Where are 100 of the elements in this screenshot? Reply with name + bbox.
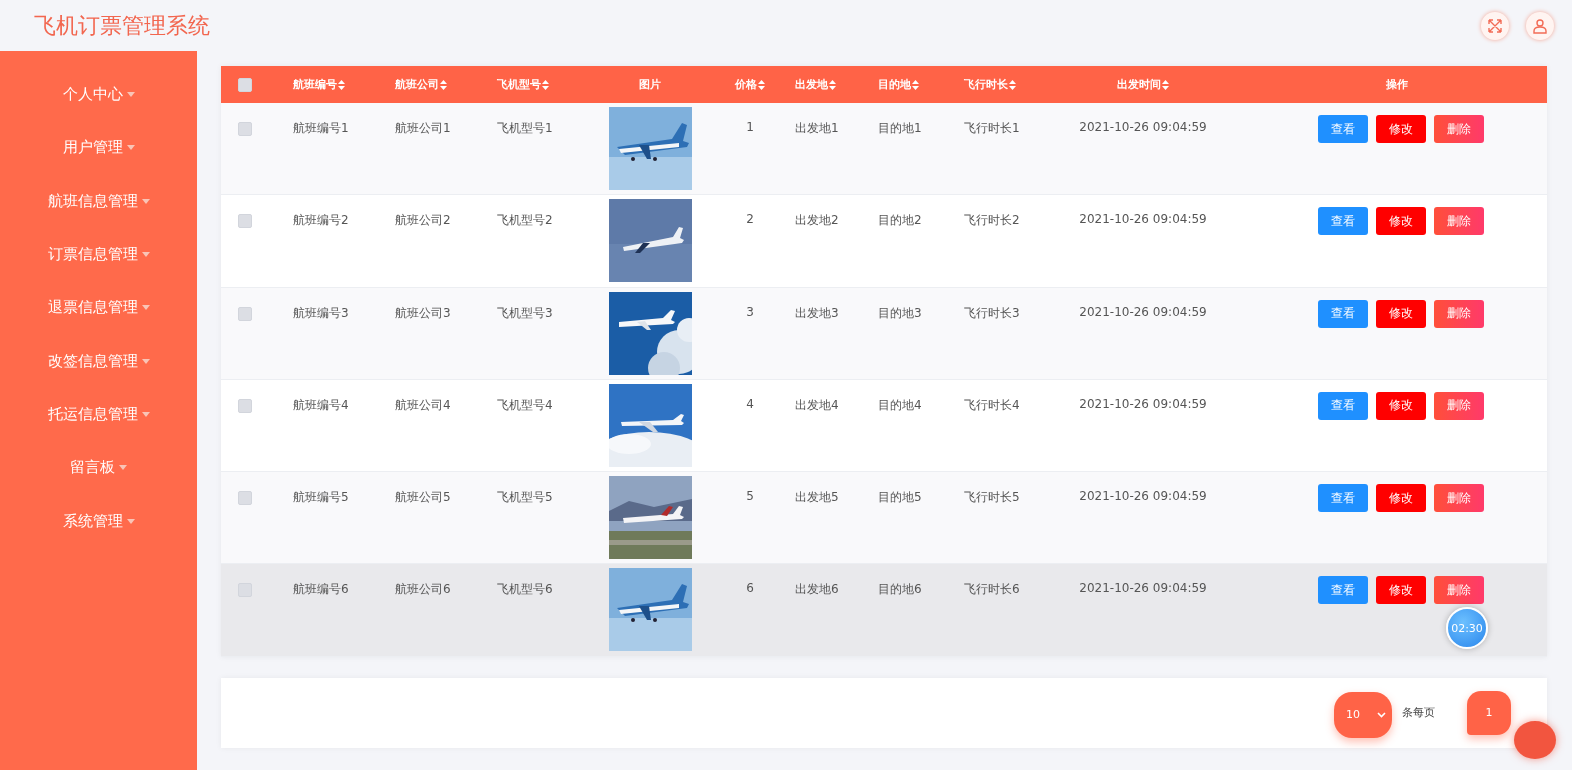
sidebar-item[interactable]: 托运信息管理 <box>0 387 197 442</box>
table-cell: 飞行时长6 <box>964 581 1020 599</box>
sort-icon[interactable] <box>542 79 549 90</box>
table-cell: 航班编号2 <box>293 212 349 230</box>
table-cell: 6 <box>746 581 754 596</box>
table-cell: 飞机型号6 <box>497 581 553 599</box>
table-cell: 2 <box>746 212 754 227</box>
table-cell: 飞行时长2 <box>964 212 1020 230</box>
sidebar-item[interactable]: 个人中心 <box>0 68 197 122</box>
chevron-icon <box>1377 711 1386 718</box>
sidebar-item[interactable]: 留言板 <box>0 441 197 495</box>
sidebar-item[interactable]: 改签信息管理 <box>0 334 197 388</box>
table-cell: 飞机型号4 <box>497 396 553 414</box>
column-header[interactable]: 价格 <box>735 77 757 92</box>
table-cell: 航班公司2 <box>395 212 451 230</box>
table-cell: 航班编号3 <box>293 304 349 322</box>
sidebar-item[interactable]: 退票信息管理 <box>0 281 197 335</box>
sidebar-item[interactable]: 用户管理 <box>0 121 197 175</box>
edit-button[interactable]: 修改 <box>1375 391 1426 420</box>
edit-button[interactable]: 修改 <box>1375 115 1426 143</box>
table-cell: 出发地4 <box>795 396 839 414</box>
view-button[interactable]: 查看 <box>1317 299 1368 328</box>
table-cell: 3 <box>746 304 754 319</box>
table-cell: 5 <box>746 489 754 504</box>
column-header[interactable]: 航班编号 <box>293 77 337 92</box>
table-cell: 飞机型号2 <box>497 212 553 230</box>
table-cell: 目的地5 <box>878 489 922 507</box>
fullscreen-icon[interactable] <box>1481 11 1509 40</box>
sidebar-item[interactable]: 航班信息管理 <box>0 174 197 228</box>
table-cell: 航班公司5 <box>395 489 451 507</box>
sort-icon[interactable] <box>829 79 836 90</box>
table-cell: 航班公司1 <box>395 120 451 137</box>
column-header[interactable]: 目的地 <box>878 77 911 92</box>
edit-button[interactable]: 修改 <box>1375 576 1426 605</box>
table-cell: 2021-10-26 09:04:59 <box>1079 120 1207 134</box>
table-cell: 出发地1 <box>795 120 839 137</box>
table-cell: 出发地6 <box>795 581 839 599</box>
view-button[interactable]: 查看 <box>1317 207 1368 236</box>
column-header[interactable]: 飞机型号 <box>497 77 541 92</box>
table-cell: 飞行时长5 <box>964 489 1020 507</box>
table-cell: 4 <box>746 396 754 411</box>
column-header[interactable]: 出发时间 <box>1117 77 1161 92</box>
row-checkbox[interactable] <box>238 306 252 321</box>
column-header: 操作 <box>1385 77 1408 92</box>
table-cell: 2021-10-26 09:04:59 <box>1079 581 1207 596</box>
table-cell: 目的地3 <box>878 304 922 322</box>
column-header[interactable]: 航班公司 <box>395 77 439 92</box>
table-cell: 2021-10-26 09:04:59 <box>1079 212 1207 227</box>
table-cell: 出发地2 <box>795 212 839 230</box>
view-button[interactable]: 查看 <box>1317 391 1368 420</box>
sort-icon[interactable] <box>912 79 919 90</box>
edit-button[interactable]: 修改 <box>1375 299 1426 328</box>
table-cell: 目的地6 <box>878 581 922 599</box>
table-cell: 2021-10-26 09:04:59 <box>1079 489 1207 504</box>
table-cell: 出发地5 <box>795 489 839 507</box>
table-cell: 航班公司4 <box>395 396 451 414</box>
page-button[interactable]: 1 <box>1467 690 1511 735</box>
sort-icon[interactable] <box>758 79 765 90</box>
sort-icon[interactable] <box>440 79 447 90</box>
edit-button[interactable]: 修改 <box>1375 484 1426 513</box>
row-checkbox[interactable] <box>238 491 252 506</box>
table-cell: 1 <box>746 120 754 134</box>
page-size-select[interactable]: 10 <box>1334 691 1392 738</box>
column-header[interactable]: 飞行时长 <box>964 77 1008 92</box>
table-cell: 航班编号6 <box>293 581 349 599</box>
sort-icon[interactable] <box>338 79 345 90</box>
table-cell: 飞行时长1 <box>964 120 1020 137</box>
delete-button[interactable]: 删除 <box>1433 576 1484 605</box>
table-cell: 目的地2 <box>878 212 922 230</box>
delete-button[interactable]: 删除 <box>1433 115 1484 143</box>
sidebar-item[interactable]: 订票信息管理 <box>0 227 197 282</box>
user-icon[interactable] <box>1526 11 1554 40</box>
table-cell: 目的地1 <box>878 120 922 137</box>
table-cell: 2021-10-26 09:04:59 <box>1079 304 1207 319</box>
table-cell: 目的地4 <box>878 396 922 414</box>
row-checkbox[interactable] <box>238 122 252 136</box>
page-size-label: 条每页 <box>1402 705 1435 721</box>
table-cell: 飞机型号5 <box>497 489 553 507</box>
select-all-checkbox[interactable] <box>238 77 252 92</box>
row-checkbox[interactable] <box>238 398 252 413</box>
table-cell: 航班编号4 <box>293 396 349 414</box>
sort-icon[interactable] <box>1162 79 1169 90</box>
column-header[interactable]: 出发地 <box>795 77 828 92</box>
table-cell: 2021-10-26 09:04:59 <box>1079 396 1207 411</box>
sort-icon[interactable] <box>1009 79 1016 90</box>
table-cell: 航班编号5 <box>293 489 349 507</box>
view-button[interactable]: 查看 <box>1317 115 1368 143</box>
sidebar-item[interactable]: 系统管理 <box>0 494 197 548</box>
floating-button[interactable] <box>1514 721 1556 759</box>
table-cell: 飞机型号3 <box>497 304 553 322</box>
delete-button[interactable]: 删除 <box>1433 207 1484 236</box>
row-checkbox[interactable] <box>238 214 252 229</box>
view-button[interactable]: 查看 <box>1317 576 1368 605</box>
delete-button[interactable]: 删除 <box>1433 484 1484 513</box>
table-cell: 飞行时长3 <box>964 304 1020 322</box>
table-cell: 飞机型号1 <box>497 120 553 137</box>
delete-button[interactable]: 删除 <box>1433 299 1484 328</box>
delete-button[interactable]: 删除 <box>1433 391 1484 420</box>
view-button[interactable]: 查看 <box>1317 484 1368 513</box>
edit-button[interactable]: 修改 <box>1375 207 1426 236</box>
